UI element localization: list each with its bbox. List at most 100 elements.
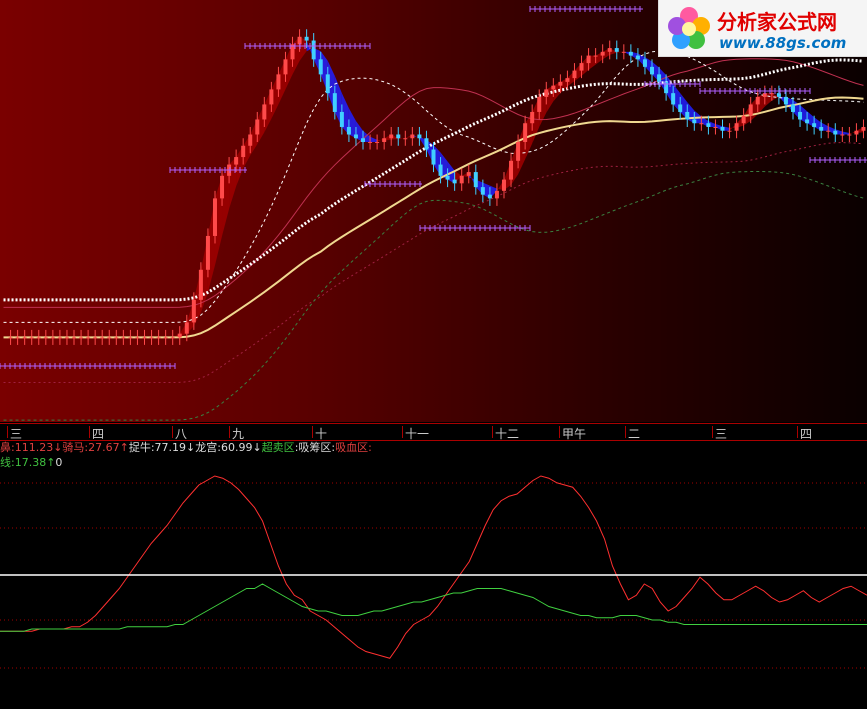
ma-line-white-dashed (3, 50, 864, 323)
candle-body (142, 337, 147, 339)
main-candlestick-chart[interactable] (0, 0, 867, 422)
candle-body (262, 104, 267, 120)
candle-body (149, 337, 154, 339)
flower-logo-icon (668, 7, 710, 49)
candle-body (530, 111, 535, 124)
candle-body (854, 130, 859, 135)
legend-item: 捉牛:77.19↓ (128, 441, 196, 454)
candle-body (353, 134, 358, 139)
candle-body (607, 48, 612, 52)
candle-body (819, 126, 824, 131)
main-chart-svg (0, 6, 867, 421)
period-label: 十一 (405, 427, 430, 441)
candle-body (565, 78, 570, 82)
candle-body (826, 130, 831, 132)
candle-body (600, 51, 605, 56)
candle-body (741, 115, 746, 124)
candle-body (840, 134, 845, 136)
candle-body (783, 96, 788, 105)
candle-body (727, 130, 732, 132)
candle-body (396, 134, 401, 139)
candle-body (170, 337, 175, 339)
candle-body (614, 48, 619, 52)
candle-body (114, 337, 119, 339)
candle-body (72, 337, 77, 339)
candle-body (276, 74, 281, 90)
period-label: 甲午 (562, 427, 587, 441)
candle-body (805, 119, 810, 124)
period-separator (229, 426, 230, 438)
candle-body (86, 337, 91, 339)
site-logo[interactable]: 分析家公式网 www.88gs.com (658, 0, 867, 57)
legend-item: 鼻:111.23↓ (0, 441, 63, 454)
candle-body (452, 179, 457, 184)
period-label: 三 (715, 427, 728, 441)
logo-title: 分析家公式网 (717, 10, 837, 34)
candle-body (410, 134, 415, 139)
candle-body (346, 126, 351, 135)
candle-body (241, 145, 246, 158)
indicator-legend-top: 鼻:111.23↓骑马:27.67↑捉牛:77.19↓龙宫:60.99↓超卖区:… (0, 439, 372, 454)
period-separator (172, 426, 173, 438)
period-separator (712, 426, 713, 438)
candle-body (205, 235, 210, 270)
candle-body (332, 93, 337, 112)
period-separator (402, 426, 403, 438)
legend-item: 吸血区: (335, 441, 372, 454)
period-separator (625, 426, 626, 438)
period-separator (7, 426, 8, 438)
candle-body (234, 157, 239, 165)
candle-body (558, 81, 563, 86)
candle-body (283, 59, 288, 75)
candle-body (685, 111, 690, 120)
candle-body (650, 66, 655, 75)
candle-body (445, 175, 450, 180)
candle-body (177, 333, 182, 338)
candle-body (325, 74, 330, 94)
period-separator (492, 426, 493, 438)
candle-body (487, 194, 492, 199)
candle-body (43, 337, 48, 339)
period-label: 四 (800, 427, 813, 441)
candle-body (755, 96, 760, 105)
candle-body (501, 179, 506, 191)
candle-body (523, 123, 528, 143)
candle-body (847, 134, 852, 136)
candle-body (269, 89, 274, 105)
candle-body (438, 164, 443, 176)
candle-body (509, 160, 514, 180)
candle-body (671, 93, 676, 105)
candle-body (403, 138, 408, 140)
candle-body (657, 74, 662, 82)
candle-body (678, 104, 683, 112)
candle-body (642, 59, 647, 67)
logo-url: www.88gs.com (719, 34, 847, 52)
candle-body (100, 337, 105, 339)
candle-body (79, 337, 84, 339)
candle-body (494, 190, 499, 199)
candle-body (516, 142, 521, 161)
ma-line-green-dashed (3, 170, 864, 421)
indicator-legend-bottom: 线:17.38↑0 (0, 454, 62, 469)
candle-body (812, 123, 817, 127)
candle-body (220, 175, 225, 199)
ma-yellow-line (3, 96, 864, 339)
ma-white-dotted-line (3, 58, 864, 302)
candle-body (713, 126, 718, 128)
legend-item: 龙宫:60.99↓ (195, 441, 262, 454)
oscillator-chart[interactable] (0, 468, 867, 709)
candle-body (692, 119, 697, 124)
period-label: 十二 (495, 427, 520, 441)
candle-body (8, 337, 13, 339)
candle-body (198, 269, 203, 300)
candle-body (621, 51, 626, 53)
candle-body (389, 134, 394, 139)
candle-body (375, 142, 380, 144)
candle-body (734, 123, 739, 131)
period-separator (312, 426, 313, 438)
candle-body (459, 175, 464, 184)
candle-body (248, 134, 253, 146)
candle-body (382, 138, 387, 143)
candle-body (544, 89, 549, 97)
candle-body (22, 337, 27, 339)
